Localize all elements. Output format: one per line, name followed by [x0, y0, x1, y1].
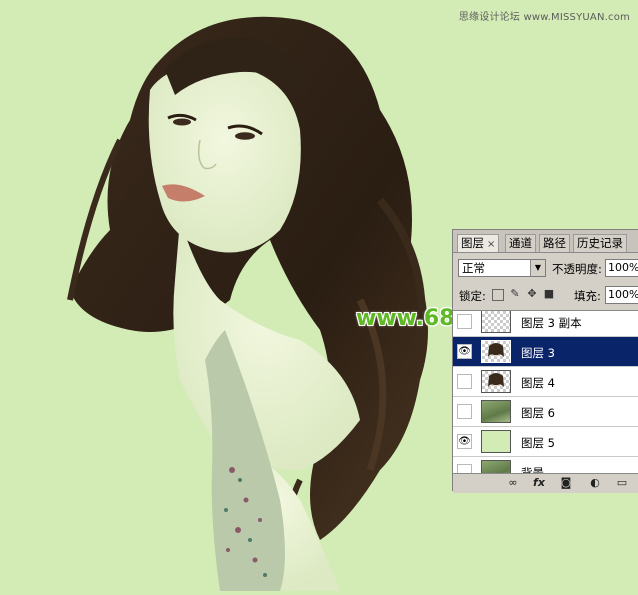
eye-icon[interactable]: 👁 [457, 344, 472, 359]
visibility-toggle[interactable] [457, 374, 472, 389]
layer-row-layer4[interactable]: 图层 4 [453, 367, 638, 397]
blend-mode-value: 正常 [462, 261, 485, 275]
tab-paths-label: 路径 [543, 236, 566, 250]
layer-name: 图层 6 [521, 406, 555, 420]
close-icon[interactable]: × [487, 239, 495, 250]
adjustment-icon[interactable]: ◐ [587, 476, 603, 490]
blend-mode-select[interactable]: 正常 ▼ [458, 259, 546, 277]
link-icon[interactable]: ∞ [505, 476, 521, 490]
layer-thumbnail [481, 430, 511, 453]
layer-name: 图层 3 副本 [521, 316, 582, 330]
lock-all-icon[interactable]: ■ [543, 288, 555, 300]
opacity-label: 不透明度: [552, 262, 602, 276]
chevron-down-icon[interactable]: ▼ [530, 260, 545, 276]
tab-layers-label: 图层 [461, 236, 484, 250]
lock-transparency-icon[interactable] [492, 289, 504, 301]
group-icon[interactable]: ▭ [615, 476, 629, 490]
fx-icon[interactable]: fx [531, 476, 547, 490]
blend-row: 正常 ▼ 不透明度: 100% [453, 256, 638, 280]
layer-row-background[interactable]: 背景 [453, 457, 638, 474]
layer-thumbnail [481, 400, 511, 423]
tab-layers[interactable]: 图层 × [457, 234, 500, 252]
tab-channels[interactable]: 通道 [505, 234, 536, 252]
lock-pixels-icon[interactable]: ✎ [509, 288, 521, 300]
lock-position-icon[interactable]: ✥ [526, 288, 538, 300]
tab-channels-label: 通道 [509, 236, 532, 250]
layers-list: 图层 3 副本 👁 图层 3 图层 4 图层 6 👁 图层 5 背景 [453, 310, 638, 474]
watermark-site: 思缘设计论坛 www.MISSYUAN.com [458, 12, 630, 23]
layer-row-layer3-copy[interactable]: 图层 3 副本 [453, 311, 638, 337]
layer-thumbnail [481, 370, 511, 393]
layer-thumbnail [481, 311, 511, 333]
layer-row-layer6[interactable]: 图层 6 [453, 397, 638, 427]
tab-history[interactable]: 历史记录 [573, 234, 627, 252]
fill-input[interactable]: 100% [605, 286, 638, 304]
eye-icon[interactable]: 👁 [457, 434, 472, 449]
panel-footer: ∞ fx ◙ ◐ ▭ [453, 473, 638, 493]
visibility-toggle[interactable] [457, 404, 472, 419]
tab-history-label: 历史记录 [577, 236, 623, 250]
tab-paths[interactable]: 路径 [539, 234, 570, 252]
layer-thumbnail [481, 340, 511, 363]
lock-row: 锁定: ✎ ✥ ■ 填充: 100% [453, 284, 638, 306]
lock-label: 锁定: [459, 289, 486, 303]
layer-row-layer3[interactable]: 👁 图层 3 [453, 337, 638, 367]
layer-row-layer5[interactable]: 👁 图层 5 [453, 427, 638, 457]
layer-name: 图层 4 [521, 376, 555, 390]
mask-icon[interactable]: ◙ [559, 476, 573, 490]
fill-label: 填充: [574, 289, 601, 303]
layer-name: 图层 3 [521, 346, 555, 360]
layers-panel: 图层 × 通道 路径 历史记录 正常 ▼ 不透明度: 100% 锁定: ✎ ✥ ■… [452, 229, 638, 493]
panel-tabbar: 图层 × 通道 路径 历史记录 [453, 230, 638, 253]
visibility-toggle[interactable] [457, 314, 472, 329]
layer-name: 图层 5 [521, 436, 555, 450]
layer-thumbnail [481, 460, 511, 474]
opacity-input[interactable]: 100% [605, 259, 638, 277]
